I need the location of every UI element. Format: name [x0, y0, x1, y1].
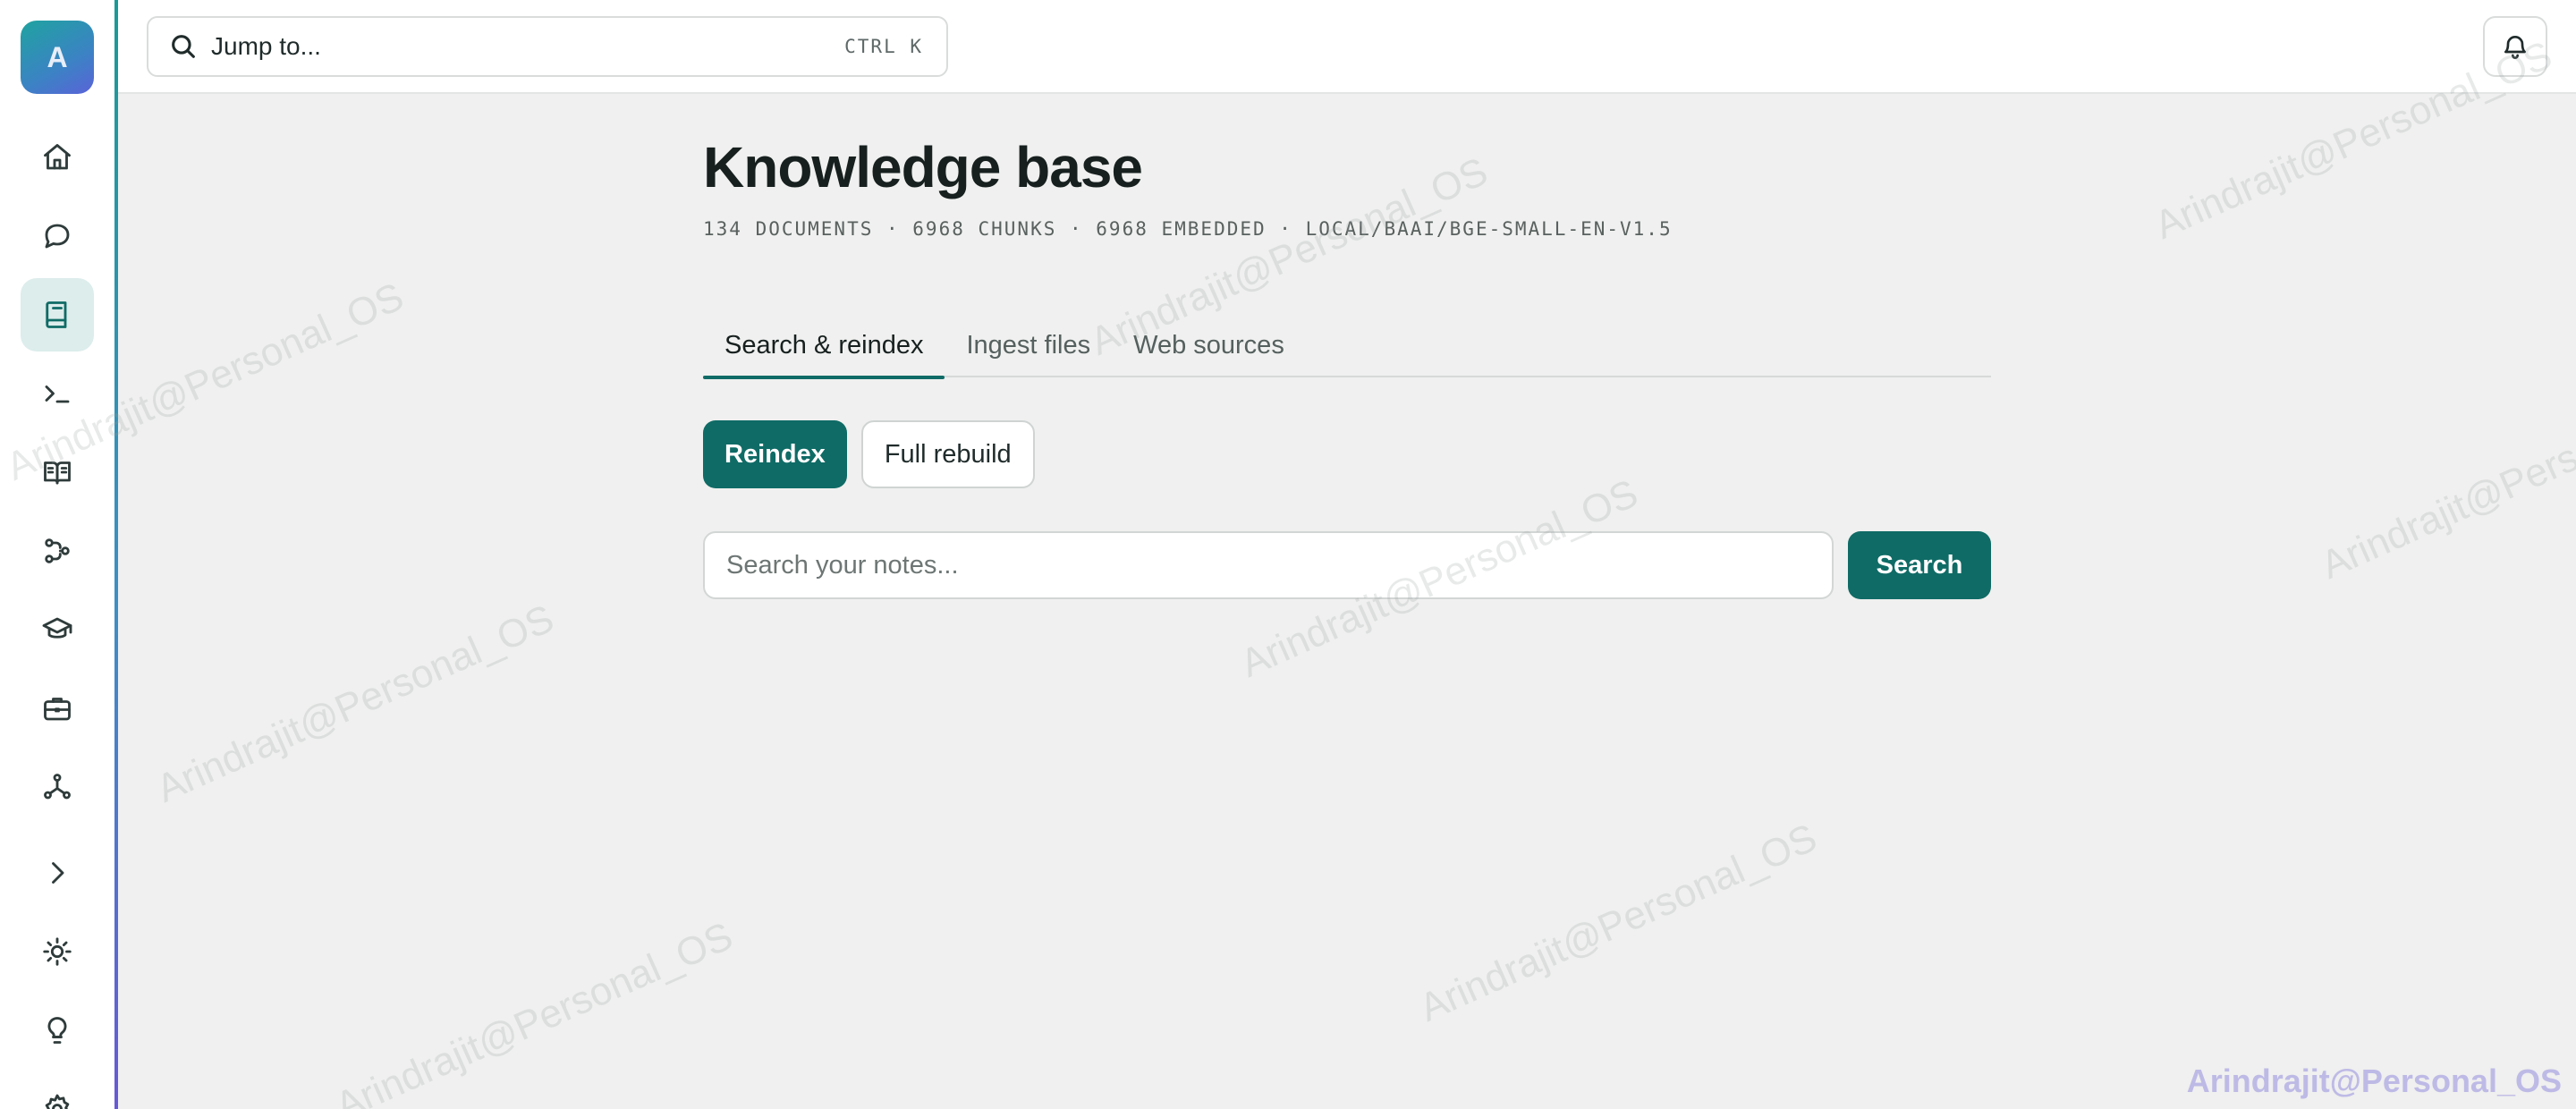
keyboard-shortcut: CTRL K	[844, 36, 923, 57]
lightbulb-icon	[47, 1017, 67, 1044]
page-title: Knowledge base	[703, 135, 1143, 199]
search-button[interactable]: Search	[1848, 531, 1991, 599]
book-icon	[46, 301, 67, 328]
sun-icon	[43, 937, 72, 966]
notes-search-input[interactable]	[703, 531, 1834, 599]
index-stats: 134 DOCUMENTS · 6968 CHUNKS · 6968 EMBED…	[703, 218, 1673, 240]
nav-ideas[interactable]	[21, 994, 94, 1067]
tab-web-sources[interactable]: Web sources	[1112, 313, 1306, 377]
graph-nodes-icon	[44, 774, 71, 800]
nav-theme[interactable]	[21, 915, 94, 988]
sidebar: A	[0, 0, 114, 1109]
chat-bubble-icon	[45, 224, 70, 249]
search-icon	[172, 35, 195, 58]
watermark: Arindrajit@Personal_OS	[2314, 372, 2576, 588]
tab-bar: Search & reindex Ingest files Web source…	[703, 313, 1991, 379]
watermark: Arindrajit@Personal_OS	[1412, 815, 1824, 1030]
tab-ingest-files[interactable]: Ingest files	[945, 313, 1112, 377]
chevron-right-icon	[52, 862, 64, 884]
nav-chat[interactable]	[21, 199, 94, 273]
watermark: Arindrajit@Personal_OS	[328, 913, 740, 1109]
nav-learning[interactable]	[21, 593, 94, 666]
terminal-icon	[45, 385, 70, 403]
watermark: Arindrajit@Personal_OS	[149, 596, 561, 811]
index-actions: Reindex Full rebuild	[703, 420, 1035, 488]
main-content: Knowledge base 134 DOCUMENTS · 6968 CHUN…	[703, 134, 1991, 599]
nav-knowledge-base[interactable]	[21, 278, 94, 351]
sidebar-accent-border	[114, 0, 118, 1109]
open-book-icon	[44, 461, 71, 485]
nav-expand[interactable]	[21, 836, 94, 910]
nav-settings[interactable]	[21, 1072, 94, 1109]
nav-work[interactable]	[21, 672, 94, 745]
briefcase-icon	[44, 698, 71, 721]
avatar-letter: A	[47, 40, 68, 73]
reindex-button[interactable]: Reindex	[703, 420, 847, 488]
gear-icon	[45, 1094, 70, 1109]
jump-to-label: Jump to...	[211, 32, 321, 60]
nav-terminal[interactable]	[21, 357, 94, 430]
full-rebuild-button[interactable]: Full rebuild	[860, 420, 1035, 488]
notes-search-row: Search	[703, 531, 1991, 599]
nav-home[interactable]	[21, 121, 94, 194]
nav-workflows[interactable]	[21, 514, 94, 588]
notifications-button[interactable]	[2483, 16, 2547, 77]
workflow-icon	[45, 538, 70, 563]
jump-to-search[interactable]: Jump to... CTRL K	[147, 16, 948, 77]
nav-graph[interactable]	[21, 750, 94, 824]
bell-icon	[2504, 36, 2526, 59]
topbar: Jump to... CTRL K	[118, 0, 2576, 94]
home-icon	[44, 144, 71, 170]
tab-search-reindex[interactable]: Search & reindex	[703, 313, 945, 379]
nav-reader[interactable]	[21, 436, 94, 509]
graduation-cap-icon	[42, 617, 72, 639]
avatar[interactable]: A	[21, 21, 94, 94]
watermark-corner: Arindrajit@Personal_OS	[2186, 1062, 2562, 1099]
